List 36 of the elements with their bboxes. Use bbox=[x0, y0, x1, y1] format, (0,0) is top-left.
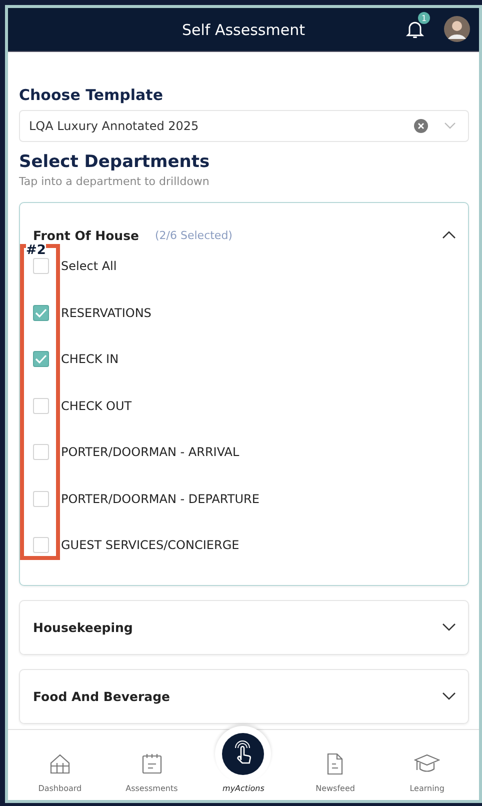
pointing-hand-icon bbox=[222, 733, 264, 775]
section-heading: Select Departments bbox=[19, 152, 211, 172]
template-select[interactable]: LQA Luxury Annotated 2025 bbox=[19, 110, 469, 142]
chevron-down-icon bbox=[442, 623, 456, 631]
checkbox[interactable] bbox=[33, 490, 49, 507]
chevron-down-icon bbox=[442, 692, 456, 700]
screen-title: Self Assessment bbox=[182, 20, 305, 38]
calendar-icon bbox=[140, 752, 164, 776]
department-header[interactable]: Food And Beverage bbox=[20, 670, 468, 722]
checkbox-label[interactable]: CHECK OUT bbox=[61, 398, 132, 413]
notification-badge: 1 bbox=[418, 12, 430, 24]
checkbox[interactable] bbox=[33, 398, 49, 414]
checkbox-label[interactable]: GUEST SERVICES/CONCIERGE bbox=[61, 538, 240, 552]
selection-count: (2/6 Selected) bbox=[155, 228, 232, 242]
nav-tab[interactable]: Learning bbox=[397, 752, 458, 793]
checkbox-label[interactable]: PORTER/DOORMAN - ARRIVAL bbox=[61, 445, 240, 460]
section-heading: Choose Template bbox=[19, 86, 164, 104]
avatar[interactable] bbox=[444, 16, 470, 42]
department-header[interactable]: Front Of House (2/6 Selected) bbox=[20, 227, 468, 243]
checkbox-label[interactable]: PORTER/DOORMAN - DEPARTURE bbox=[61, 492, 260, 506]
nav-tab[interactable]: Assessments bbox=[122, 752, 182, 793]
chevron-down-icon bbox=[444, 122, 456, 130]
nav-tab[interactable]: Newsfeed bbox=[305, 752, 366, 793]
checkbox[interactable] bbox=[33, 444, 49, 460]
checkbox-label[interactable]: RESERVATIONS bbox=[61, 306, 152, 320]
checkbox-label[interactable]: CHECK IN bbox=[61, 352, 119, 366]
chevron-up-icon bbox=[442, 231, 456, 239]
checkbox[interactable] bbox=[33, 537, 49, 554]
clear-icon[interactable] bbox=[414, 119, 428, 133]
checkbox[interactable] bbox=[33, 351, 49, 368]
nav-tab[interactable]: Dashboard bbox=[30, 752, 90, 793]
house-icon bbox=[48, 752, 72, 776]
checkbox-label[interactable]: Select All bbox=[61, 259, 117, 274]
hint-text: Tap into a department to drilldown bbox=[19, 175, 210, 188]
checkbox[interactable] bbox=[33, 304, 49, 321]
department-header[interactable]: Housekeeping bbox=[20, 600, 468, 654]
